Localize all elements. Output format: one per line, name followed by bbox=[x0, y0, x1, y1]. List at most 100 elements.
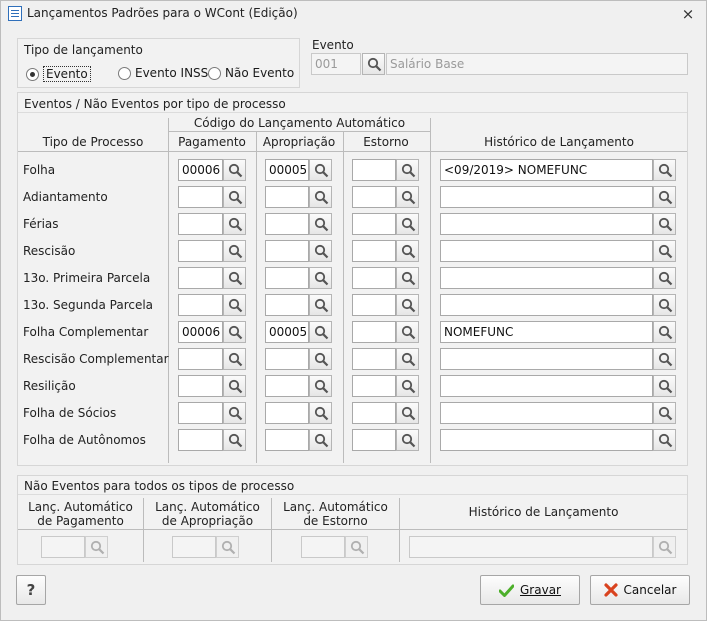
pagamento-field[interactable] bbox=[178, 267, 223, 289]
apropriacao-field[interactable] bbox=[265, 267, 309, 289]
pagamento-search-button[interactable] bbox=[223, 267, 246, 289]
apropriacao-search-button[interactable] bbox=[309, 213, 332, 235]
historico-field[interactable]: NOMEFUNC bbox=[440, 321, 653, 343]
pagamento-search-button[interactable] bbox=[223, 321, 246, 343]
historico-field[interactable] bbox=[440, 213, 653, 235]
estorno-field[interactable] bbox=[352, 294, 396, 316]
apropriacao-search-button[interactable] bbox=[309, 294, 332, 316]
estorno-search-button[interactable] bbox=[396, 159, 419, 181]
pagamento-field[interactable] bbox=[178, 240, 223, 262]
apropriacao-search-button[interactable] bbox=[309, 267, 332, 289]
estorno-search-button[interactable] bbox=[396, 429, 419, 451]
historico-field[interactable] bbox=[440, 186, 653, 208]
pagamento-field[interactable] bbox=[178, 294, 223, 316]
pagamento-field[interactable] bbox=[178, 402, 223, 424]
historico-search-button[interactable] bbox=[653, 375, 676, 397]
pagamento-field[interactable]: 00006 bbox=[178, 159, 223, 181]
apropriacao-search-button[interactable] bbox=[309, 321, 332, 343]
historico-field[interactable] bbox=[440, 429, 653, 451]
estorno-field[interactable] bbox=[352, 213, 396, 235]
evento-code-field[interactable]: 001 bbox=[311, 53, 361, 75]
estorno-field[interactable] bbox=[352, 348, 396, 370]
apropriacao-field[interactable] bbox=[265, 213, 309, 235]
pagamento-field[interactable] bbox=[178, 213, 223, 235]
historico-search-button[interactable] bbox=[653, 159, 676, 181]
historico-search-button[interactable] bbox=[653, 402, 676, 424]
historico-search-button[interactable] bbox=[653, 348, 676, 370]
estorno-field[interactable] bbox=[352, 375, 396, 397]
pagamento-search-button[interactable] bbox=[223, 186, 246, 208]
pagamento-field[interactable] bbox=[178, 186, 223, 208]
pagamento-field[interactable] bbox=[178, 348, 223, 370]
historico-search-button[interactable] bbox=[653, 294, 676, 316]
historico-field[interactable] bbox=[440, 240, 653, 262]
estorno-field[interactable] bbox=[352, 321, 396, 343]
apropriacao-search-button[interactable] bbox=[309, 375, 332, 397]
estorno-search-button[interactable] bbox=[396, 213, 419, 235]
estorno-search-button[interactable] bbox=[396, 348, 419, 370]
process-row-label: Rescisão bbox=[23, 244, 76, 258]
historico-search-button[interactable] bbox=[653, 240, 676, 262]
cancel-button[interactable]: Cancelar bbox=[590, 575, 690, 605]
historico-search-button[interactable] bbox=[653, 429, 676, 451]
historico-search-button[interactable] bbox=[653, 213, 676, 235]
historico-field[interactable]: <09/2019> NOMEFUNC bbox=[440, 159, 653, 181]
estorno-field[interactable] bbox=[352, 267, 396, 289]
historico-field[interactable] bbox=[440, 267, 653, 289]
estorno-search-button[interactable] bbox=[396, 375, 419, 397]
historico-search-button[interactable] bbox=[653, 321, 676, 343]
apropriacao-field[interactable] bbox=[265, 375, 309, 397]
apropriacao-search-button[interactable] bbox=[309, 429, 332, 451]
save-button[interactable]: Gravar bbox=[480, 575, 580, 605]
estorno-field[interactable] bbox=[352, 240, 396, 262]
radio-evento[interactable]: Evento bbox=[26, 66, 91, 82]
estorno-field[interactable] bbox=[352, 402, 396, 424]
apropriacao-search-button[interactable] bbox=[309, 348, 332, 370]
apropriacao-search-button[interactable] bbox=[309, 402, 332, 424]
historico-field[interactable] bbox=[440, 348, 653, 370]
estorno-search-button[interactable] bbox=[396, 267, 419, 289]
estorno-search-button[interactable] bbox=[396, 186, 419, 208]
pagamento-search-button[interactable] bbox=[223, 240, 246, 262]
historico-search-button[interactable] bbox=[653, 267, 676, 289]
radio-evento-inss[interactable]: Evento INSS bbox=[118, 66, 208, 80]
estorno-field[interactable] bbox=[352, 429, 396, 451]
historico-field[interactable] bbox=[440, 402, 653, 424]
close-button[interactable]: ⨯ bbox=[678, 4, 698, 24]
group-divider bbox=[18, 112, 687, 113]
pagamento-search-button[interactable] bbox=[223, 429, 246, 451]
pagamento-field[interactable]: 00006 bbox=[178, 321, 223, 343]
pagamento-search-button[interactable] bbox=[223, 159, 246, 181]
apropriacao-search-button[interactable] bbox=[309, 186, 332, 208]
historico-search-button[interactable] bbox=[653, 186, 676, 208]
apropriacao-field[interactable] bbox=[265, 348, 309, 370]
apropriacao-search-button[interactable] bbox=[309, 240, 332, 262]
apropriacao-field[interactable] bbox=[265, 186, 309, 208]
estorno-search-button[interactable] bbox=[396, 294, 419, 316]
pagamento-search-button[interactable] bbox=[223, 294, 246, 316]
apropriacao-field[interactable] bbox=[265, 294, 309, 316]
pagamento-search-button[interactable] bbox=[223, 348, 246, 370]
evento-search-button[interactable] bbox=[362, 53, 385, 75]
estorno-field[interactable] bbox=[352, 186, 396, 208]
historico-field[interactable] bbox=[440, 294, 653, 316]
pagamento-field[interactable] bbox=[178, 375, 223, 397]
apropriacao-field[interactable] bbox=[265, 240, 309, 262]
estorno-search-button[interactable] bbox=[396, 402, 419, 424]
radio-nao-evento[interactable]: Não Evento bbox=[208, 66, 294, 80]
pagamento-search-button[interactable] bbox=[223, 402, 246, 424]
pagamento-field[interactable] bbox=[178, 429, 223, 451]
estorno-field[interactable] bbox=[352, 159, 396, 181]
apropriacao-search-button[interactable] bbox=[309, 159, 332, 181]
estorno-search-button[interactable] bbox=[396, 240, 419, 262]
estorno-search-button[interactable] bbox=[396, 321, 419, 343]
pagamento-search-button[interactable] bbox=[223, 213, 246, 235]
header-historico: Histórico de Lançamento bbox=[484, 135, 634, 149]
historico-field[interactable] bbox=[440, 375, 653, 397]
pagamento-search-button[interactable] bbox=[223, 375, 246, 397]
apropriacao-field[interactable]: 00005 bbox=[265, 159, 309, 181]
help-button[interactable]: ? bbox=[16, 575, 46, 605]
apropriacao-field[interactable] bbox=[265, 402, 309, 424]
apropriacao-field[interactable] bbox=[265, 429, 309, 451]
apropriacao-field[interactable]: 00005 bbox=[265, 321, 309, 343]
